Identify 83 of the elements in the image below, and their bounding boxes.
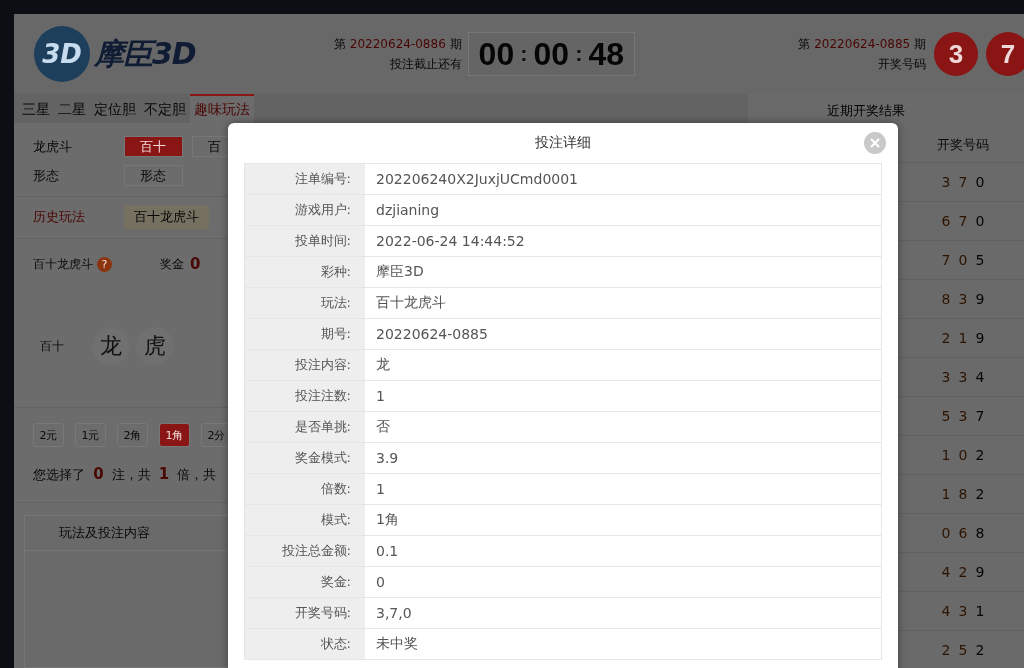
position-label: 百十 xyxy=(40,338,65,355)
play-tab[interactable]: 定位胆 xyxy=(90,94,140,123)
draw-numbers: 1 8 2 xyxy=(940,486,986,502)
field-value: 20220624-0885 xyxy=(375,325,489,344)
field-label: 注单编号: xyxy=(245,164,365,194)
column-header: 玩法及投注内容 xyxy=(59,524,150,542)
history-label: 历史玩法 xyxy=(33,208,86,226)
row-label: 形态 xyxy=(33,166,60,185)
choice-ball[interactable]: 虎 xyxy=(136,327,174,365)
selection-summary: 您选择了 0 注，共 1 倍，共 xyxy=(33,465,218,484)
field-label: 玩法: xyxy=(245,288,365,318)
field-label: 开奖号码: xyxy=(245,598,365,628)
field-label: 倍数: xyxy=(245,474,365,504)
field-value: 0.1 xyxy=(375,542,400,561)
draw-numbers: 1 0 2 xyxy=(940,447,986,463)
field-value: 1角 xyxy=(375,510,400,529)
row-label: 龙虎斗 xyxy=(33,137,73,156)
issue-number: 第 20220624-0885 期 xyxy=(798,35,926,53)
option-button[interactable]: 百十 xyxy=(124,136,183,157)
issue-number: 第 20220624-0886 期 xyxy=(334,35,462,53)
logo-text: 摩臣3D xyxy=(94,34,196,73)
play-tab[interactable]: 趣味玩法 xyxy=(190,94,254,123)
dialog-title: 投注详细 xyxy=(535,134,591,152)
help-icon[interactable]: ? xyxy=(97,256,112,272)
play-tab[interactable]: 不定胆 xyxy=(140,94,190,123)
draw-numbers: 2 1 9 xyxy=(940,330,986,346)
field-value: 否 xyxy=(375,417,391,436)
bet-name: 百十龙虎斗 xyxy=(33,255,93,273)
field-value: 1 xyxy=(375,387,386,406)
field-value: 龙 xyxy=(375,355,391,374)
draw-numbers: 7 0 5 xyxy=(940,252,986,268)
field-label: 是否单挑: xyxy=(245,412,365,442)
prize-label: 奖金 xyxy=(160,255,184,273)
field-value: 3,7,0 xyxy=(375,604,413,623)
unit-button[interactable]: 2角 xyxy=(117,423,148,447)
field-label: 奖金模式: xyxy=(245,443,365,473)
draw-numbers: 5 3 7 xyxy=(940,408,986,424)
column-header: 开奖号码 xyxy=(936,136,990,154)
result-ball: 3 xyxy=(934,32,978,76)
field-label: 投注注数: xyxy=(245,381,365,411)
close-button[interactable] xyxy=(864,132,886,154)
field-value: 202206240X2JuxjUCmd0001 xyxy=(375,170,579,189)
draw-numbers: 0 6 8 xyxy=(940,525,986,541)
results-title: 近期开奖结果 xyxy=(827,102,905,120)
field-label: 游戏用户: xyxy=(245,195,365,225)
field-value: dzjianing xyxy=(375,201,441,220)
countdown-timer: 00 : 00 : 48 xyxy=(467,32,636,76)
field-value: 摩臣3D xyxy=(375,262,425,281)
play-tab[interactable]: 三星 xyxy=(18,94,54,123)
field-label: 彩种: xyxy=(245,257,365,287)
draw-numbers: 3 7 0 xyxy=(940,174,986,190)
option-button[interactable]: 形态 xyxy=(124,165,183,186)
draw-numbers: 3 3 4 xyxy=(940,369,986,385)
choice-ball[interactable]: 龙 xyxy=(92,327,130,365)
draw-numbers: 2 5 2 xyxy=(940,642,986,658)
unit-button[interactable]: 1角 xyxy=(159,423,190,447)
field-value: 3.9 xyxy=(375,449,400,468)
draw-caption: 开奖号码 xyxy=(878,55,926,73)
field-value: 2022-06-24 14:44:52 xyxy=(375,232,526,251)
field-label: 期号: xyxy=(245,319,365,349)
draw-numbers: 6 7 0 xyxy=(940,213,986,229)
close-icon xyxy=(870,138,880,148)
field-label: 状态: xyxy=(245,629,365,659)
unit-button[interactable]: 1元 xyxy=(75,423,106,447)
field-label: 模式: xyxy=(245,505,365,535)
field-label: 投注总金额: xyxy=(245,536,365,566)
draw-numbers: 4 3 1 xyxy=(940,603,986,619)
history-chip[interactable]: 百十龙虎斗 xyxy=(124,205,209,229)
field-value: 百十龙虎斗 xyxy=(375,293,447,312)
prize-value: 0 xyxy=(190,255,201,273)
field-label: 投注内容: xyxy=(245,350,365,380)
unit-button[interactable]: 2元 xyxy=(33,423,64,447)
field-value: 未中奖 xyxy=(375,634,419,653)
draw-numbers: 8 3 9 xyxy=(940,291,986,307)
field-value: 1 xyxy=(375,480,386,499)
logo-badge: 3D xyxy=(34,26,90,82)
field-label: 奖金: xyxy=(245,567,365,597)
field-label: 投单时间: xyxy=(245,226,365,256)
draw-numbers: 4 2 9 xyxy=(940,564,986,580)
play-tab[interactable]: 二星 xyxy=(54,94,90,123)
result-ball: 7 xyxy=(986,32,1024,76)
deadline-caption: 投注截止还有 xyxy=(389,55,462,73)
field-value: 0 xyxy=(375,573,386,592)
